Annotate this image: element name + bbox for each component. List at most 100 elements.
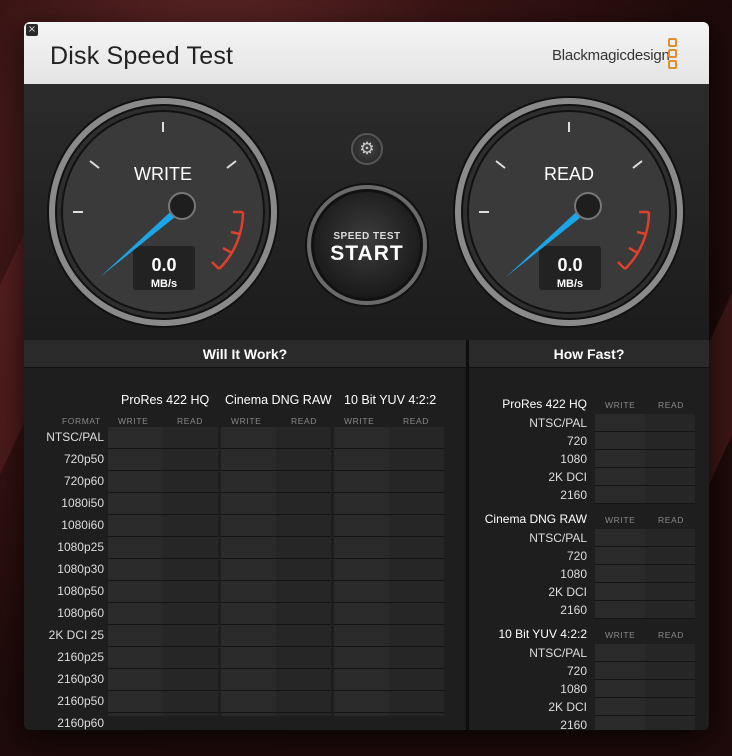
how-fast-write-header: WRITE [605,400,636,410]
read-gauge: READ 0.0 MB/s [453,96,685,328]
prores-read-header: READ [177,416,204,426]
how-fast-codec-header: 10 Bit YUV 4:2:2 [498,627,588,641]
result-cell [334,669,389,691]
how-fast-row-label: 2160 [560,488,587,502]
format-row-label: 720p60 [63,474,104,488]
how-fast-cell [595,698,645,716]
how-fast-row-label: 2160 [560,603,587,617]
result-cell [389,471,444,493]
result-cell [221,625,276,647]
result-cell [221,691,276,713]
how-fast-cell [645,450,695,468]
result-cell [276,625,331,647]
result-cell [276,449,331,471]
result-cell [163,471,218,493]
result-column [389,427,444,716]
format-row-label: 2160p60 [57,716,104,730]
how-fast-row-label: NTSC/PAL [529,646,587,660]
result-cell [334,515,389,537]
how-fast-panel: How Fast? ProRes 422 HQ WRITE READ NTSC/PAL… [469,340,709,730]
how-fast-cell [595,565,645,583]
codec-yuv-header: 10 Bit YUV 4:2:2 [344,393,437,407]
how-fast-cell [595,529,645,547]
result-cell [389,669,444,691]
result-cell [108,449,163,471]
format-row-label: 1080i50 [61,496,104,510]
how-fast-cell [645,414,695,432]
how-fast-read-header: READ [658,515,685,525]
start-button-caption: SPEED TEST [333,231,401,242]
result-cell [334,427,389,449]
codec-prores-header: ProRes 422 HQ [121,393,210,407]
gear-icon: ⚙ [359,139,375,159]
result-cell [389,691,444,713]
result-cell [276,669,331,691]
settings-button[interactable]: ⚙ [351,133,383,165]
result-cell [389,449,444,471]
result-column [108,427,163,716]
result-cell [334,559,389,581]
how-fast-column [595,529,645,619]
format-row-label: 1080p50 [57,584,104,598]
will-it-work-panel: Will It Work? FORMAT ProRes 422 HQ Cinem… [24,340,466,730]
result-cell [334,581,389,603]
yuv-write-header: WRITE [344,416,375,426]
result-cell [163,691,218,713]
result-cell [221,449,276,471]
result-cell [389,515,444,537]
how-fast-row-label: NTSC/PAL [529,416,587,430]
result-cell [221,669,276,691]
prores-write-header: WRITE [118,416,149,426]
result-cell [389,713,444,730]
result-cell [108,625,163,647]
result-cell [163,449,218,471]
result-cell [108,713,163,730]
how-fast-cell [595,662,645,680]
app-title: Disk Speed Test [50,42,234,70]
result-cell [334,603,389,625]
result-cell [276,493,331,515]
result-cell [163,537,218,559]
brand-logo-icon [668,38,677,71]
start-button[interactable]: SPEED TEST START [307,185,427,305]
result-cell [334,625,389,647]
how-fast-cell [645,468,695,486]
result-column [276,427,331,716]
format-row-label: 2160p30 [57,672,104,686]
result-cell [276,691,331,713]
result-cell [108,669,163,691]
format-row-label: 2K DCI 25 [48,628,104,642]
result-cell [276,713,331,730]
how-fast-row-label: 2K DCI [548,700,587,714]
result-cell [334,449,389,471]
result-cell [221,493,276,515]
read-gauge-label: READ [544,164,594,184]
how-fast-row-label: 2K DCI [548,470,587,484]
close-button[interactable]: × [26,24,38,36]
result-cell [163,515,218,537]
result-cell [334,493,389,515]
result-cell [389,603,444,625]
result-cell [276,559,331,581]
how-fast-column [645,529,695,619]
result-cell [108,515,163,537]
how-fast-read-header: READ [658,630,685,640]
how-fast-read-header: READ [658,400,685,410]
how-fast-cell [645,644,695,662]
how-fast-title: How Fast? [469,340,709,368]
result-cell [163,647,218,669]
how-fast-cell [595,432,645,450]
app-window: Disk Speed Test Blackmagicdesign WRITE 0… [24,22,709,730]
how-fast-cell [645,583,695,601]
result-cell [221,537,276,559]
how-fast-cell [595,680,645,698]
result-cell [389,625,444,647]
how-fast-cell [595,547,645,565]
result-cell [108,691,163,713]
result-cell [221,647,276,669]
result-cell [108,603,163,625]
read-gauge-value: 0.0 [557,255,582,275]
how-fast-row-label: 1080 [560,682,587,696]
cinemadng-read-header: READ [291,416,318,426]
result-cell [163,427,218,449]
